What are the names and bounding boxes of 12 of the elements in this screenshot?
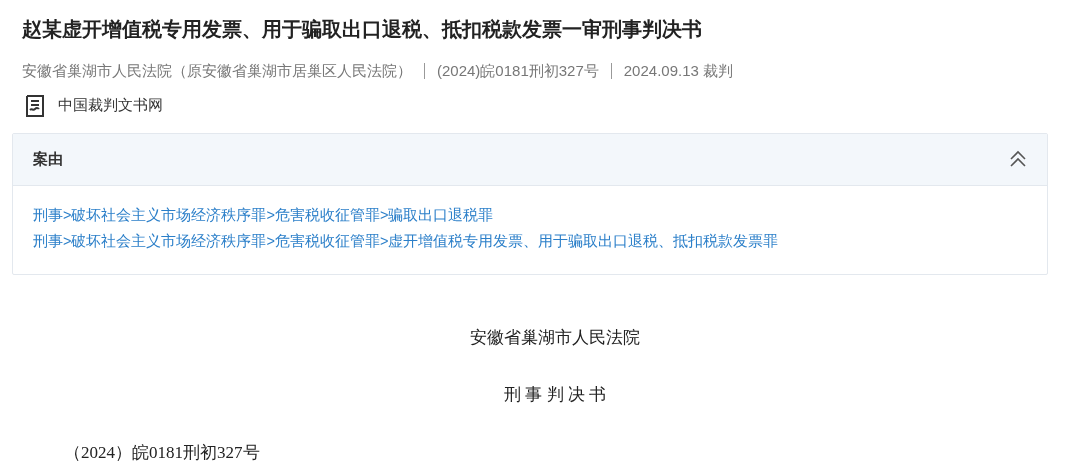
document-type: 刑 事 判 决 书 xyxy=(503,384,607,406)
source-name: 中国裁判文书网 xyxy=(58,95,163,115)
cause-link[interactable]: 刑事>破坏社会主义市场经济秩序罪>危害税收征管罪>骗取出口退税罪 xyxy=(33,202,494,228)
court-heading: 安徽省巢湖市人民法院 xyxy=(469,326,641,349)
case-number: (2024)皖0181刑初327号 xyxy=(437,61,599,81)
collapse-icon[interactable] xyxy=(1009,150,1027,168)
document-case-number: （2024）皖0181刑初327号 xyxy=(63,441,261,464)
court-name: 安徽省巢湖市人民法院（原安徽省巢湖市居巢区人民法院） xyxy=(22,61,412,81)
judgment-date: 2024.09.13 裁判 xyxy=(623,61,733,81)
cause-link[interactable]: 刑事>破坏社会主义市场经济秩序罪>危害税收征管罪>虚开增值税专用发票、用于骗取出口退税、抵扣税款发票罪 xyxy=(33,228,779,254)
panel-heading: 案由 xyxy=(33,148,63,169)
document-title: 赵某虚开增值税专用发票、用于骗取出口退税、抵扣税款发票一审刑事判决书 xyxy=(22,17,703,42)
